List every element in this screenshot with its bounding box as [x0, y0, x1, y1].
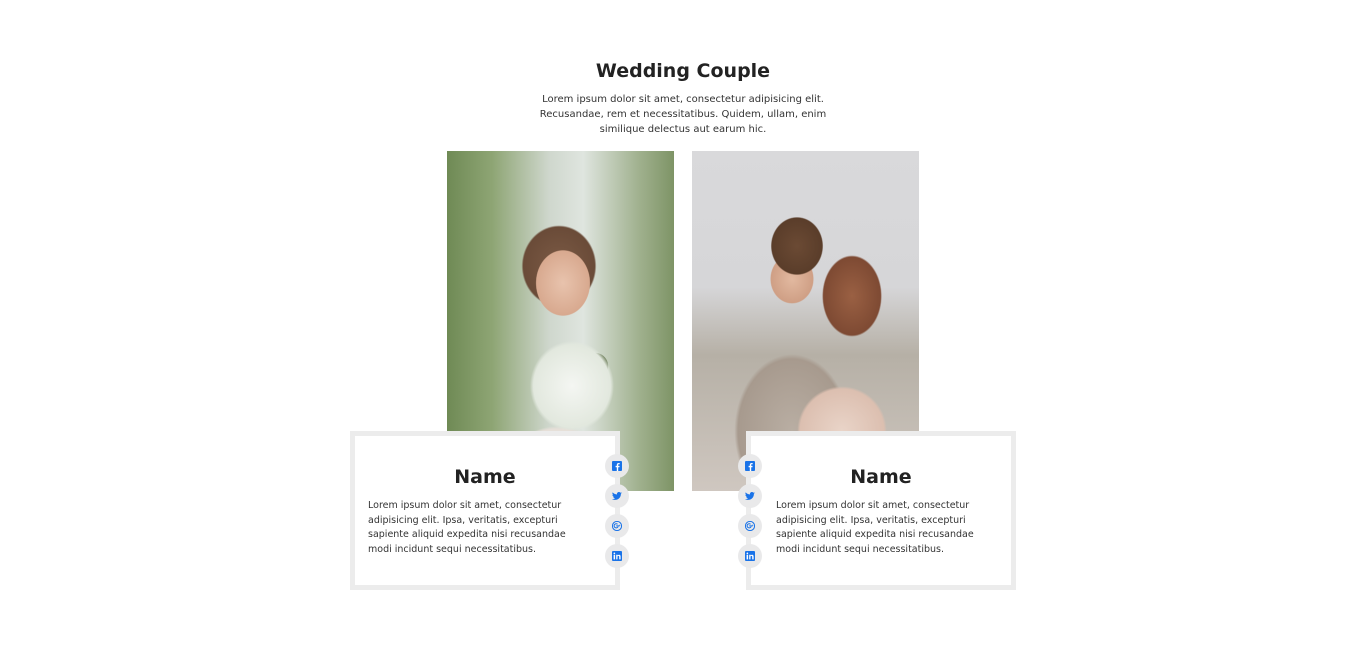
groom-name: Name	[850, 466, 912, 488]
bride-name: Name	[454, 466, 516, 488]
groom-bio: Lorem ipsum dolor sit amet, consectetur …	[776, 500, 974, 555]
facebook-icon	[745, 461, 755, 471]
twitter-icon	[612, 492, 622, 500]
bride-twitter-link[interactable]	[605, 484, 629, 508]
bride-bio: Lorem ipsum dolor sit amet, consectetur …	[368, 500, 566, 555]
section-subtitle: Lorem ipsum dolor sit amet, consectetur …	[539, 94, 827, 135]
google-plus-icon	[612, 521, 622, 531]
linkedin-icon	[612, 551, 622, 561]
bride-card: Name Lorem ipsum dolor sit amet, consect…	[350, 431, 620, 590]
google-plus-icon	[745, 521, 755, 531]
facebook-icon	[612, 461, 622, 471]
bride-social-links	[605, 454, 629, 574]
section-title: Wedding Couple	[595, 60, 771, 82]
linkedin-icon	[745, 551, 755, 561]
groom-google-plus-link[interactable]	[738, 514, 762, 538]
bride-facebook-link[interactable]	[605, 454, 629, 478]
groom-card: Name Lorem ipsum dolor sit amet, consect…	[746, 431, 1016, 590]
groom-facebook-link[interactable]	[738, 454, 762, 478]
twitter-icon	[745, 492, 755, 500]
bride-linkedin-link[interactable]	[605, 544, 629, 568]
bride-google-plus-link[interactable]	[605, 514, 629, 538]
groom-social-links	[738, 454, 762, 574]
groom-linkedin-link[interactable]	[738, 544, 762, 568]
groom-twitter-link[interactable]	[738, 484, 762, 508]
